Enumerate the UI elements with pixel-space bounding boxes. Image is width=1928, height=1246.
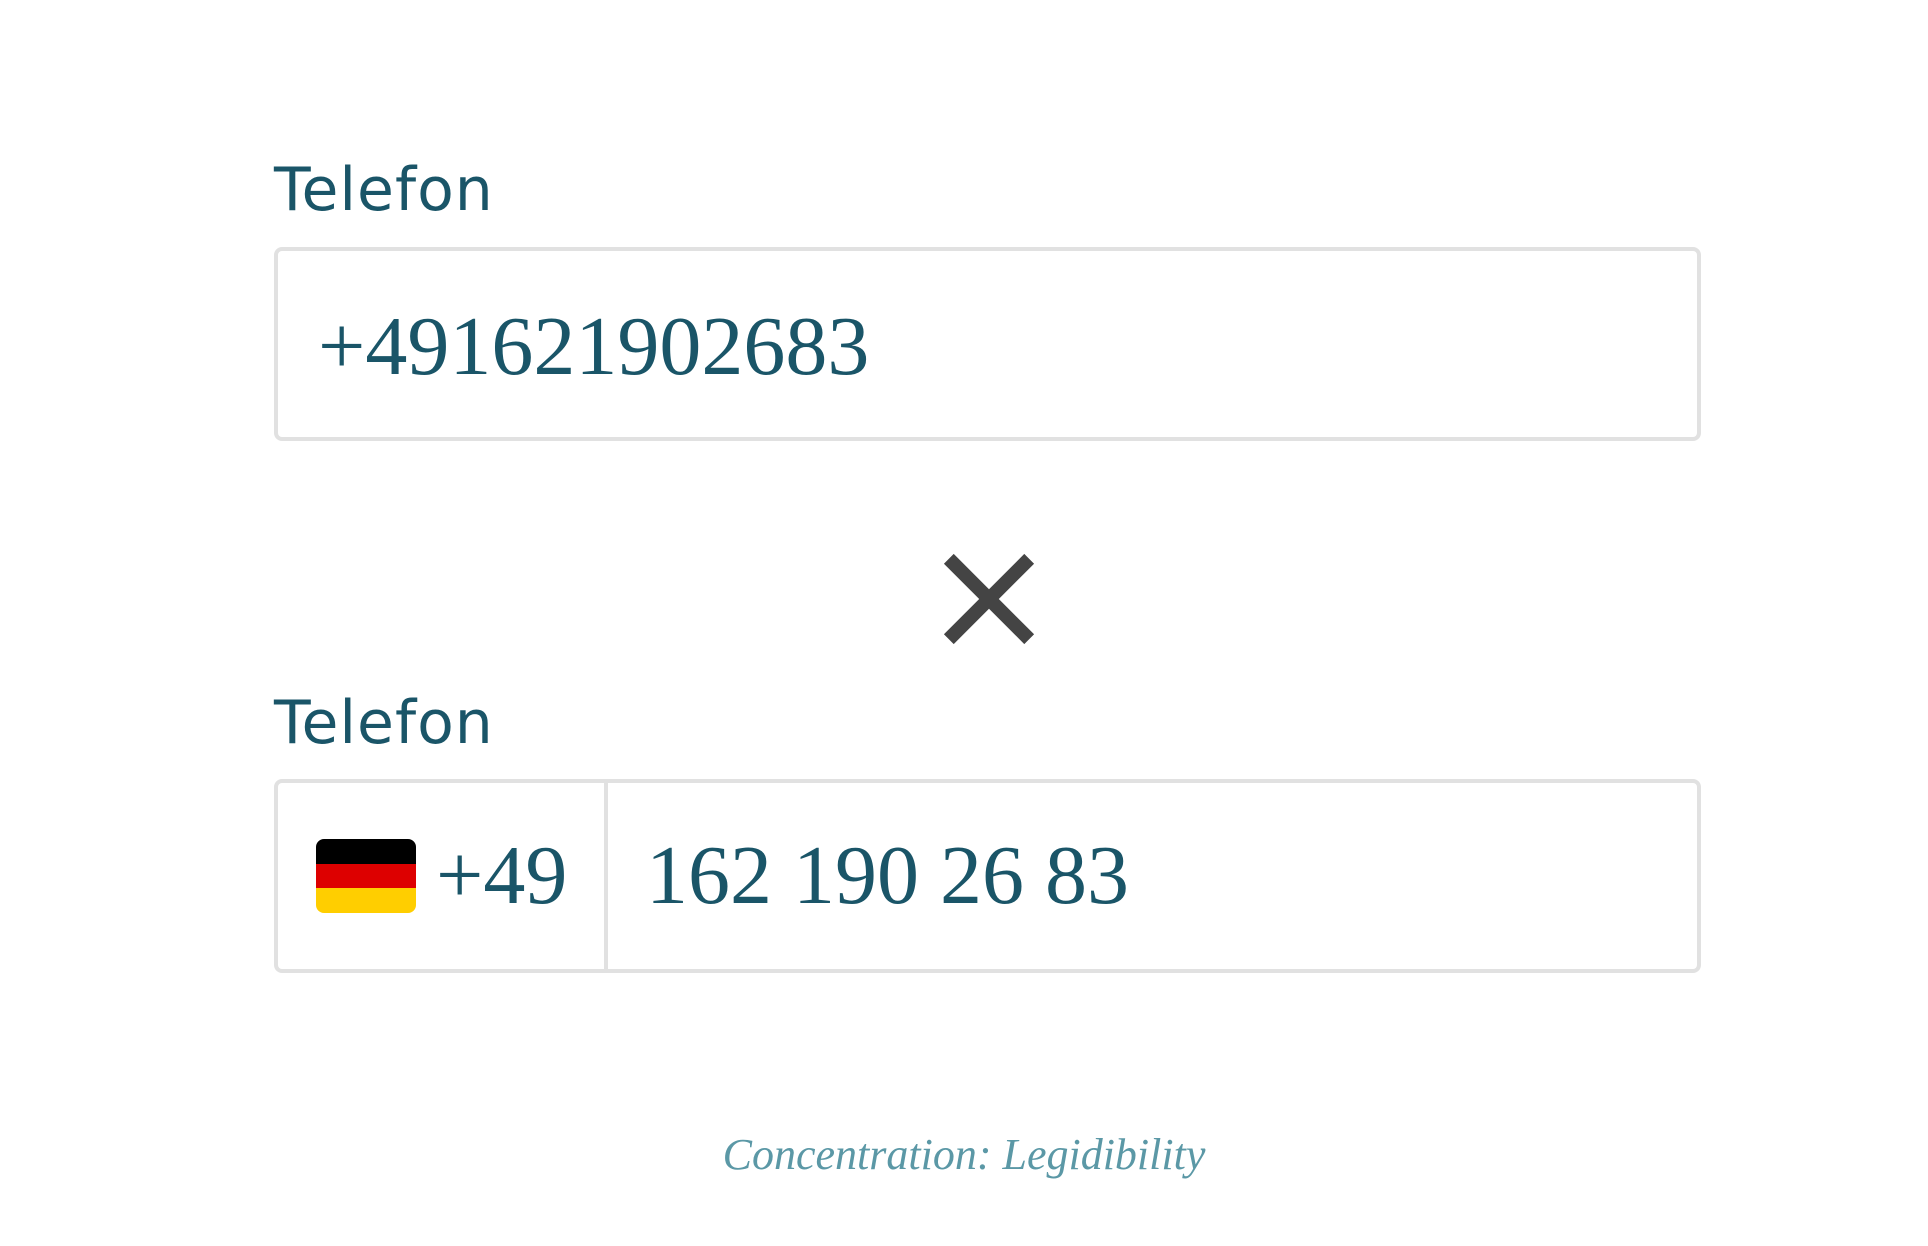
- caption: Concentration: Legidibility: [722, 1130, 1206, 1179]
- close-icon: [943, 553, 1035, 645]
- phone-label: Telefon: [274, 688, 494, 758]
- phone-input-formatted[interactable]: +49 162 190 26 83: [274, 779, 1701, 973]
- phone-input-value: +491621902683: [318, 300, 870, 393]
- country-code-selector[interactable]: +49: [278, 783, 608, 969]
- local-number-input[interactable]: 162 190 26 83: [608, 783, 1697, 969]
- phone-label: Telefon: [274, 155, 494, 225]
- germany-flag-icon: [316, 839, 416, 913]
- phone-input-unformatted[interactable]: +491621902683: [274, 247, 1701, 441]
- country-code: +49: [436, 829, 568, 922]
- local-number-value: 162 190 26 83: [646, 829, 1129, 922]
